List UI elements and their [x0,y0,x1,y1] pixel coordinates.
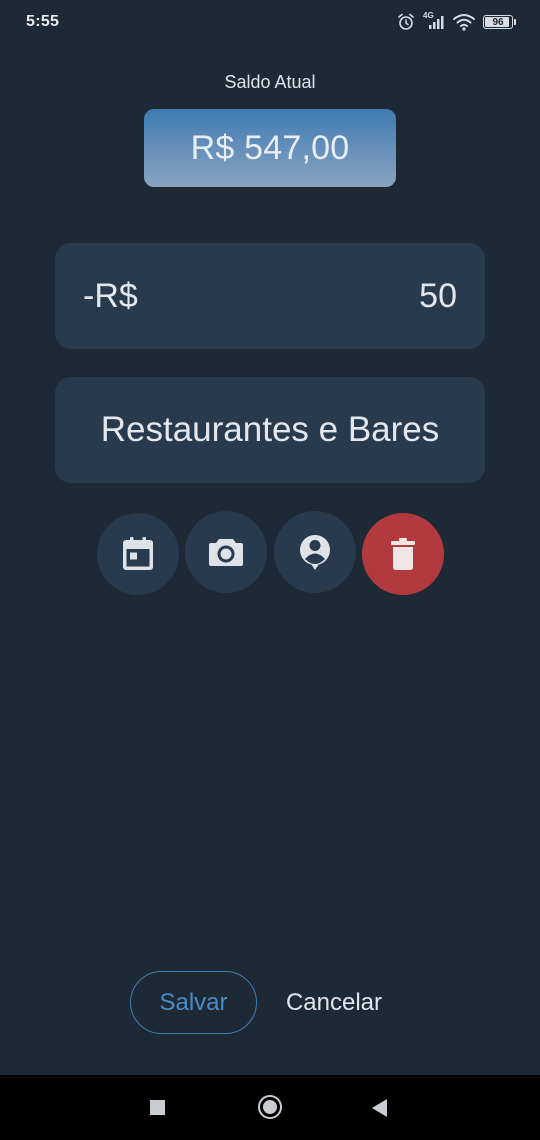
amount-input[interactable] [257,276,457,316]
save-button[interactable]: Salvar [130,971,257,1034]
cancel-button[interactable]: Cancelar [270,971,398,1034]
calendar-button[interactable] [97,513,179,595]
balance-value: R$ 547,00 [190,128,350,167]
battery-icon: 96 [483,15,516,29]
system-nav-bar [0,1075,540,1140]
contact-button[interactable] [274,511,356,593]
balance-card: R$ 547,00 [144,109,396,187]
category-label: Restaurantes e Bares [100,410,440,449]
trash-icon [391,538,415,570]
amount-prefix: -R$ [83,276,138,315]
camera-button[interactable] [185,511,267,593]
contact-icon [299,535,330,570]
status-time: 5:55 [26,13,60,30]
wifi-icon [453,14,475,31]
recent-apps-icon[interactable] [150,1100,165,1115]
signal-icon: 4G [423,11,445,31]
home-icon[interactable] [258,1095,282,1119]
delete-button[interactable] [362,513,444,595]
action-row [0,511,540,595]
status-icons: 4G 96 [397,11,516,31]
amount-field[interactable]: -R$ [55,243,485,349]
camera-icon [209,539,243,566]
status-bar: 5:55 4G 96 [0,0,540,44]
battery-level: 96 [492,16,504,28]
balance-label: Saldo Atual [224,72,316,92]
alarm-icon [398,13,414,30]
calendar-icon [123,537,153,570]
back-icon[interactable] [372,1099,387,1117]
category-selector[interactable]: Restaurantes e Bares [55,377,485,483]
